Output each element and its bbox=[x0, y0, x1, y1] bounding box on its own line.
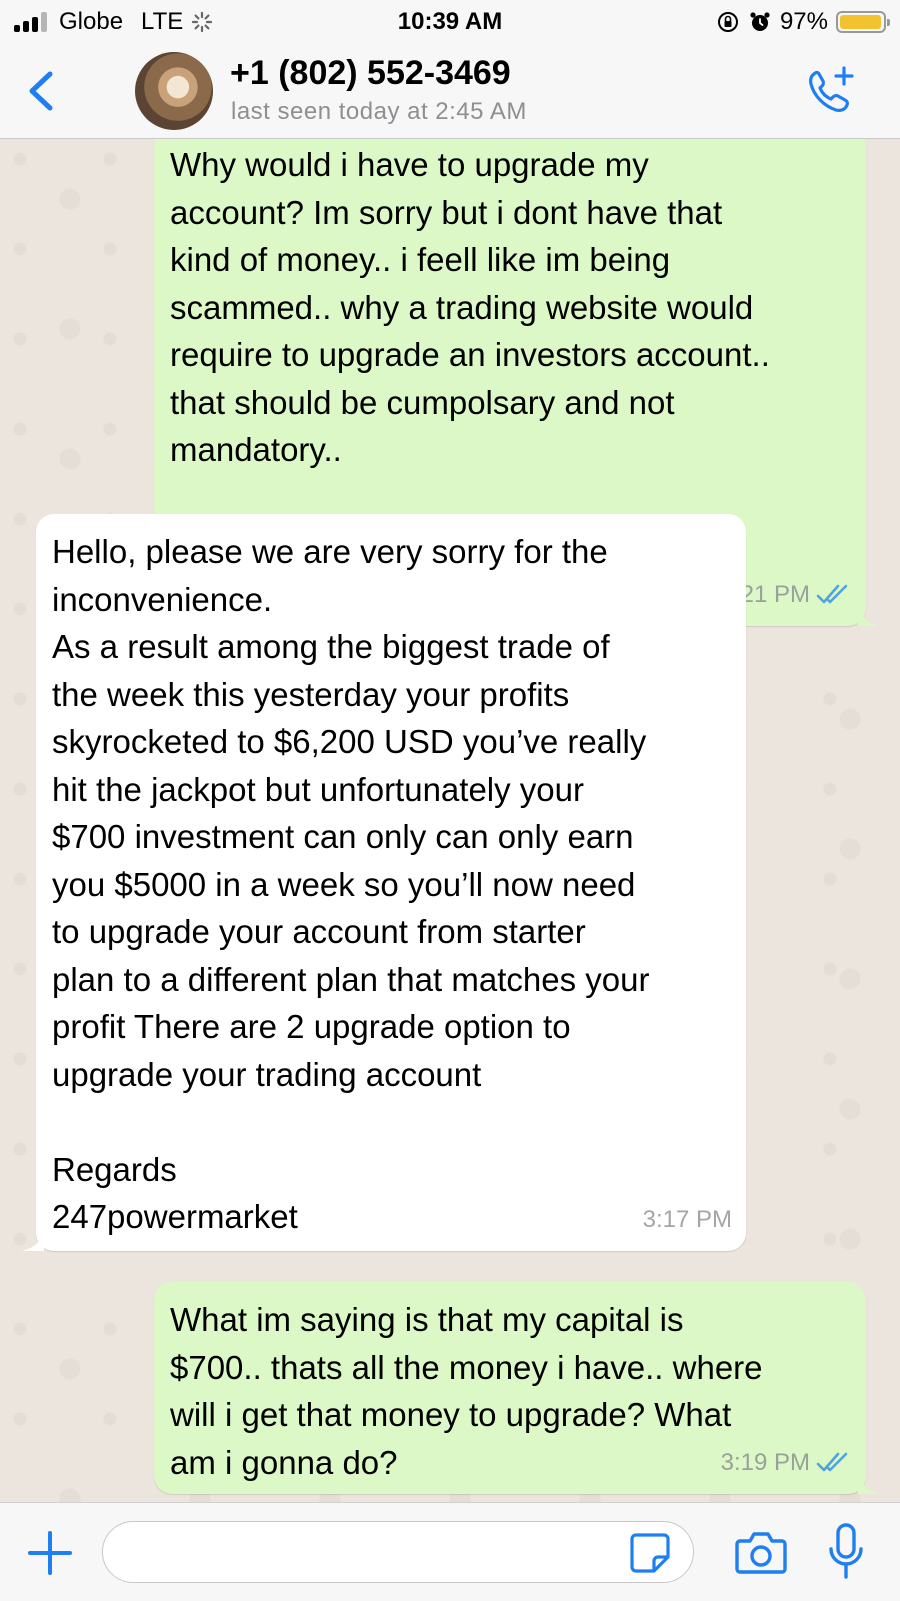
status-bar: Globe LTE 10:39 AM 97% bbox=[0, 0, 900, 46]
chevron-left-icon bbox=[29, 71, 53, 111]
battery-percent: 97% bbox=[779, 8, 828, 35]
sticker-icon bbox=[630, 1533, 670, 1573]
add-call-button[interactable] bbox=[802, 64, 858, 120]
message-text: Hello, please we are very sorry for the … bbox=[52, 533, 650, 1235]
back-button[interactable] bbox=[22, 66, 62, 116]
message-input-bar bbox=[0, 1502, 900, 1601]
message-text: Why would i have to upgrade my account? … bbox=[170, 146, 770, 468]
microphone-icon bbox=[829, 1523, 863, 1579]
battery-icon bbox=[836, 11, 890, 33]
contact-name[interactable]: +1 (802) 552-3469 bbox=[230, 54, 511, 93]
alarm-icon bbox=[750, 12, 770, 31]
bubble-tail bbox=[22, 1229, 44, 1251]
camera-button[interactable] bbox=[734, 1527, 788, 1577]
last-seen-status: last seen today at 2:45 AM bbox=[231, 98, 527, 125]
message-bubble-incoming[interactable]: Hello, please we are very sorry for the … bbox=[22, 514, 746, 1251]
orientation-lock-icon bbox=[717, 12, 738, 32]
plus-icon bbox=[28, 1531, 72, 1575]
bubble-tail bbox=[858, 604, 880, 626]
bubble-tail bbox=[858, 1472, 880, 1494]
status-bar-right: 97% bbox=[716, 8, 890, 36]
message-meta: 3:17 PM bbox=[643, 1196, 732, 1244]
message-time: 3:17 PM bbox=[642, 1205, 732, 1233]
chat-header: +1 (802) 552-3469 last seen today at 2:4… bbox=[0, 46, 900, 139]
chat-area[interactable]: Why would i have to upgrade my account? … bbox=[0, 139, 900, 1502]
sticker-button[interactable] bbox=[628, 1531, 672, 1575]
camera-icon bbox=[735, 1532, 787, 1574]
message-time: 3:19 PM bbox=[720, 1448, 810, 1476]
message-bubble-outgoing[interactable]: What im saying is that my capital is $70… bbox=[154, 1282, 880, 1494]
message-input[interactable] bbox=[102, 1521, 694, 1583]
voice-message-button[interactable] bbox=[826, 1521, 866, 1583]
add-call-icon bbox=[809, 66, 854, 112]
contact-avatar[interactable] bbox=[135, 52, 213, 130]
attach-button[interactable] bbox=[26, 1529, 74, 1577]
message-meta: 3:19 PM bbox=[721, 1439, 852, 1487]
double-check-icon bbox=[816, 1451, 852, 1473]
double-check-icon bbox=[816, 583, 852, 605]
